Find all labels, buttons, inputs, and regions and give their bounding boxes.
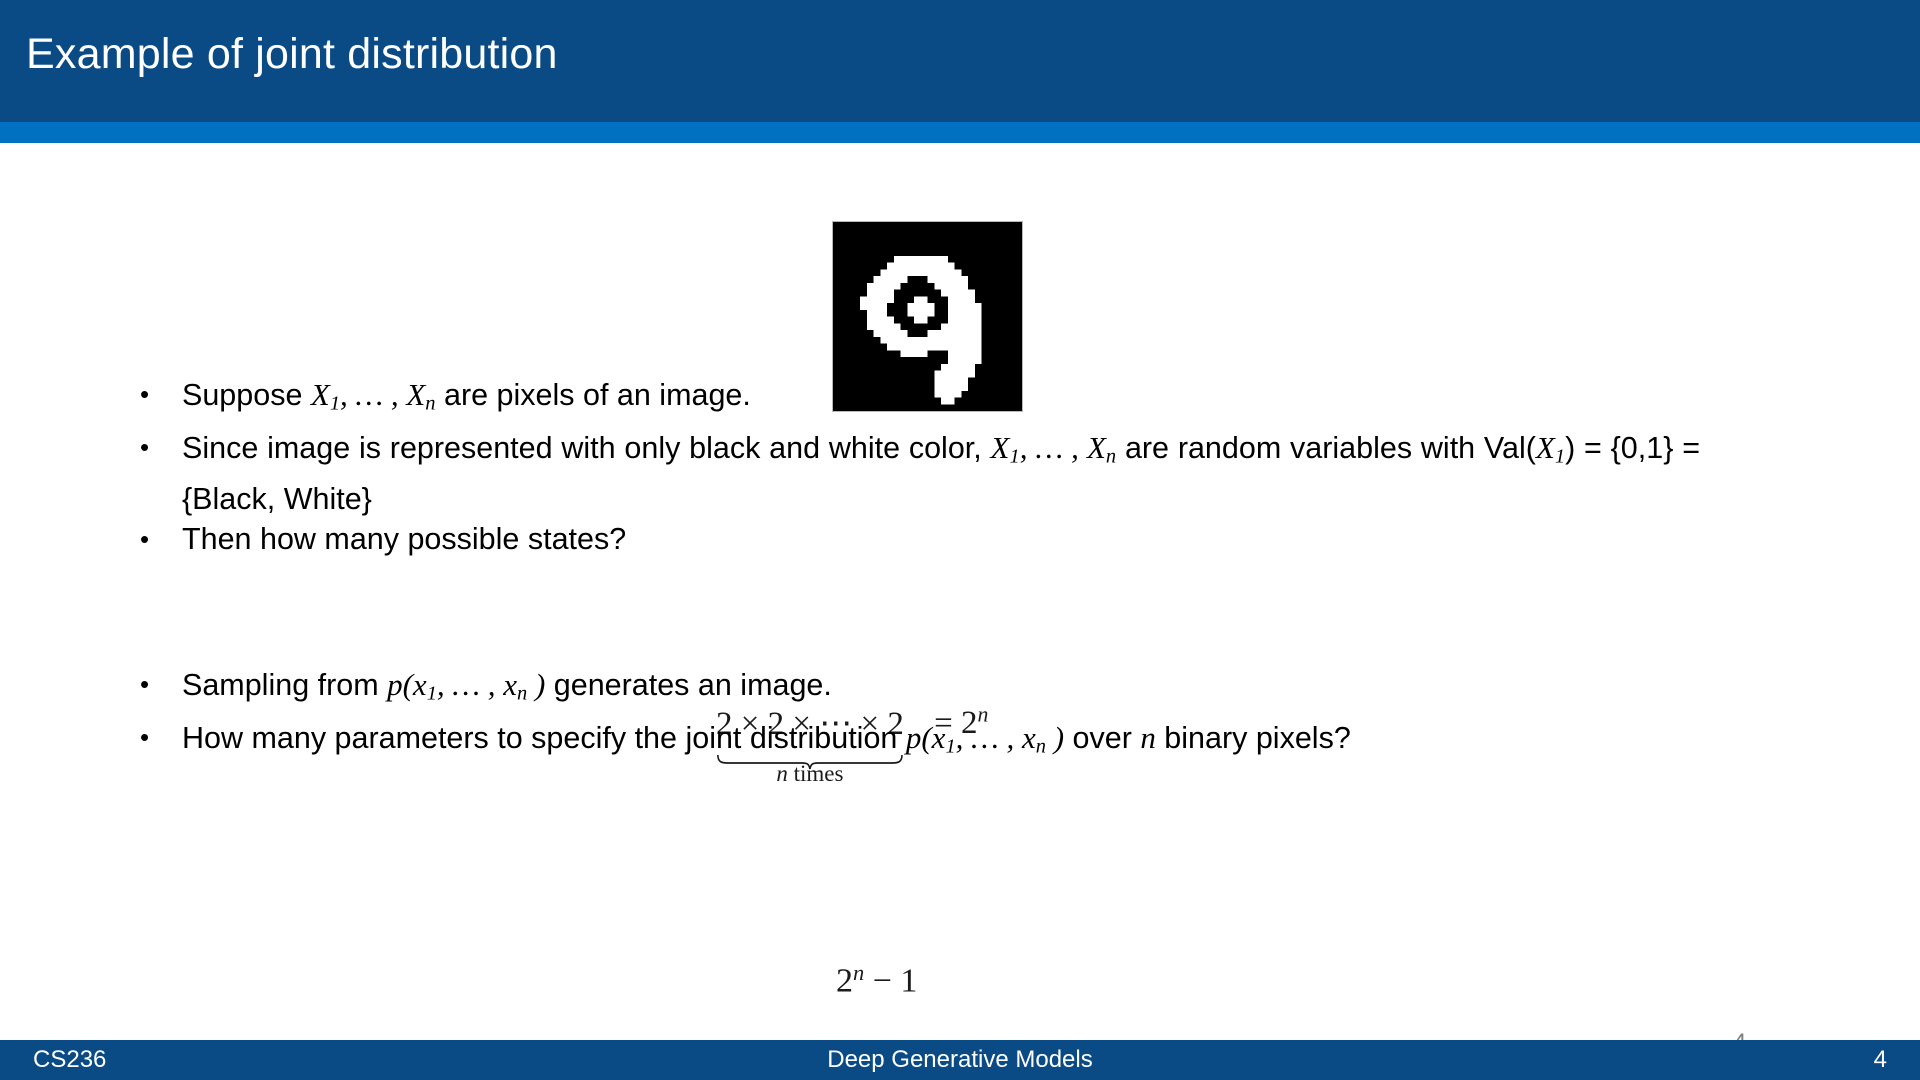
math-var-x-sequence: X1, … , Xn: [310, 377, 436, 415]
list-item: • Sampling from p(x1, … , xn ) generates…: [140, 663, 1700, 716]
bullet-marker: •: [140, 379, 150, 409]
list-item: • Suppose X1, … , Xn are pixels of an im…: [140, 373, 1700, 426]
footer-slide-number: 4: [1873, 1046, 1887, 1073]
bullet-group-question-states: • Then how many possible states?: [140, 518, 1700, 561]
bullet-text-how-many-states: Then how many possible states?: [182, 522, 627, 556]
bullet-marker: •: [140, 524, 150, 554]
slide-body: • Suppose X1, … , Xn are pixels of an im…: [0, 143, 1920, 1040]
bullet-text-parameter-count: How many parameters to specify the joint…: [182, 719, 1351, 758]
minus-sign: −: [872, 962, 892, 1000]
math-var-x1: X1: [1535, 429, 1566, 468]
bullet-marker: •: [140, 721, 150, 752]
list-item: • Since image is represented with only b…: [140, 426, 1700, 522]
bullet-marker: •: [140, 669, 150, 699]
bullet-marker: •: [140, 431, 150, 462]
bullet-group-definitions: • Suppose X1, … , Xn are pixels of an im…: [140, 373, 1700, 521]
list-item: • Then how many possible states?: [140, 518, 1700, 561]
slide-header-accent-bar: [0, 122, 1920, 143]
page-title: Example of joint distribution: [26, 30, 558, 78]
final-operand: 1: [900, 962, 918, 1000]
bullet-text-binary-representation: Since image is represented with only bla…: [182, 429, 1701, 517]
bullet-text-suppose-pixels: Suppose X1, … , Xn are pixels of an imag…: [182, 377, 751, 415]
equation-parameter-count: 2n − 1: [836, 960, 917, 1001]
bullet-group-sampling-parameters: • Sampling from p(x1, … , xn ) generates…: [140, 663, 1700, 768]
math-var-x-sequence: X1, … , Xn: [990, 429, 1117, 468]
bullet-text-sampling: Sampling from p(x1, … , xn ) generates a…: [182, 667, 832, 705]
final-exponent: n: [853, 960, 865, 985]
final-base: 2: [836, 962, 853, 1000]
math-joint-pdf: p(x1, … , xn ): [905, 719, 1065, 758]
math-joint-pdf: p(x1, … , xn ): [387, 667, 546, 705]
footer-course-title: Deep Generative Models: [827, 1046, 1093, 1073]
math-var-n: n: [1140, 719, 1156, 755]
list-item: • How many parameters to specify the joi…: [140, 716, 1700, 769]
